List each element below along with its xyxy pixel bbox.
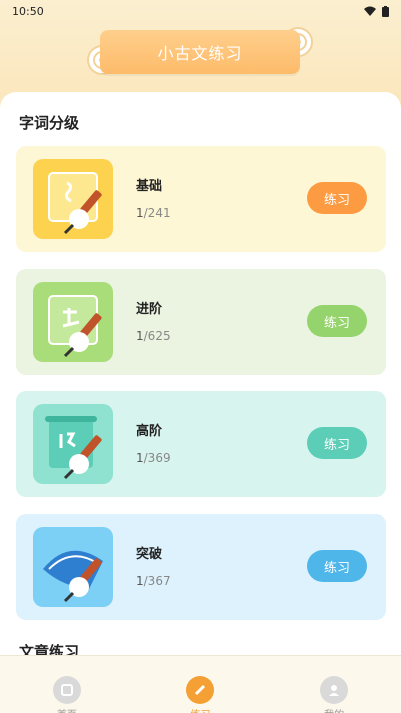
level-icon-intermediate	[33, 282, 113, 362]
level-progress: 1/369	[136, 451, 171, 465]
practice-button-basic[interactable]: 练习	[307, 182, 367, 214]
section-title-articles: 文章练习	[19, 643, 80, 655]
progress-total: /625	[143, 329, 171, 343]
brush-icon	[186, 676, 215, 704]
level-name: 基础	[136, 179, 163, 194]
progress-current: 1	[136, 574, 144, 588]
level-progress: 1/241	[136, 206, 171, 220]
tab-home[interactable]: 首页	[17, 656, 117, 713]
level-name: 高阶	[136, 424, 163, 439]
tab-practice[interactable]: 练习	[150, 656, 250, 713]
level-card-basic[interactable]: 基础 1/241 练习	[16, 146, 386, 252]
progress-total: /367	[143, 574, 171, 588]
level-icon-breakthrough	[33, 527, 113, 607]
battery-icon	[382, 5, 389, 17]
level-name: 进阶	[136, 302, 163, 317]
level-icon-advanced	[33, 404, 113, 484]
page-title: 小古文练习	[100, 30, 300, 74]
wifi-icon	[364, 6, 376, 16]
tab-label: 练习	[190, 706, 210, 713]
practice-button-intermediate[interactable]: 练习	[307, 305, 367, 337]
tab-label: 首页	[57, 706, 77, 713]
home-icon	[52, 676, 81, 704]
main-content: 字词分级 基础 1/241 练习 进阶 1/625 练习 高阶 1/369 练习…	[0, 92, 401, 655]
progress-current: 1	[136, 329, 144, 343]
progress-total: /369	[143, 451, 171, 465]
progress-current: 1	[136, 206, 144, 220]
section-title-levels: 字词分级	[19, 114, 80, 132]
level-icon-basic	[33, 159, 113, 239]
level-progress: 1/367	[136, 574, 171, 588]
bottom-tab-bar: 首页 练习 我的	[0, 655, 401, 713]
tab-profile[interactable]: 我的	[284, 656, 384, 713]
level-card-advanced[interactable]: 高阶 1/369 练习	[16, 391, 386, 497]
level-name: 突破	[136, 547, 163, 562]
level-card-breakthrough[interactable]: 突破 1/367 练习	[16, 514, 386, 620]
profile-icon	[320, 676, 349, 704]
progress-current: 1	[136, 451, 144, 465]
level-card-intermediate[interactable]: 进阶 1/625 练习	[16, 269, 386, 375]
level-progress: 1/625	[136, 329, 171, 343]
progress-total: /241	[143, 206, 171, 220]
tab-label: 我的	[324, 706, 344, 713]
practice-button-breakthrough[interactable]: 练习	[307, 550, 367, 582]
status-bar: 10:50	[0, 0, 401, 22]
practice-button-advanced[interactable]: 练习	[307, 427, 367, 459]
status-time: 10:50	[12, 4, 44, 18]
